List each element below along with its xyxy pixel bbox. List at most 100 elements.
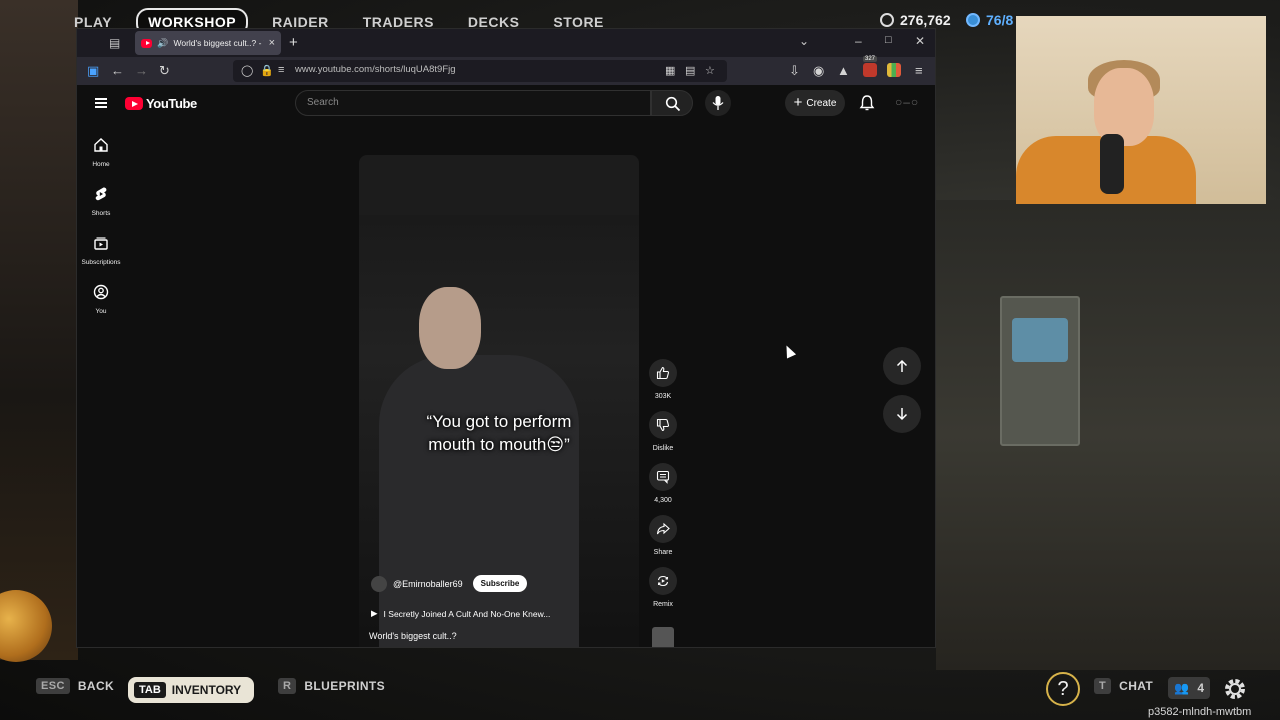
play-icon: ▶ [371,608,378,618]
chat-label: CHAT [1119,679,1154,693]
back-control[interactable]: ESC BACK [36,678,114,694]
related-video-link[interactable]: ▶ I Secretly Joined A Cult And No-One Kn… [371,608,550,619]
account-icon[interactable]: ◉ [813,63,824,79]
blueprints-control[interactable]: R BLUEPRINTS [278,678,385,694]
reader-view-icon[interactable]: ▤ [685,64,695,77]
short-title[interactable]: World's biggest cult..? [369,631,457,641]
party-button[interactable]: 👥 4 [1168,677,1211,699]
like-count: 303K [654,393,672,400]
thumbs-down-icon [656,418,670,432]
notifications-bell-icon[interactable] [859,94,875,112]
t-key: T [1094,678,1112,694]
youtube-logo[interactable]: YouTube [125,96,197,111]
tracking-shield-icon[interactable]: ◯ [241,64,253,77]
party-members-icon: 👥 [1174,681,1190,695]
comments-button[interactable]: 4,300 [647,463,679,504]
downloads-icon[interactable]: ⇩ [789,63,800,79]
youtube-favicon-icon [141,38,153,48]
ublock-extension-icon[interactable] [863,63,877,77]
remix-icon [657,575,669,587]
tab-close-icon[interactable]: × [269,37,275,49]
back-label: BACK [77,679,115,693]
create-label: Create [806,97,837,109]
sound-thumbnail[interactable] [647,627,679,647]
next-short-button[interactable] [883,395,921,433]
youtube-logo-icon [125,97,143,110]
create-button[interactable]: + Create [785,90,845,116]
share-button[interactable]: Share [647,515,679,556]
dislike-button[interactable]: Dislike [647,411,679,452]
app-menu-icon[interactable]: ≡ [915,63,923,78]
related-video-title: I Secretly Joined A Cult And No-One Knew… [383,608,551,619]
lock-icon[interactable]: 🔒 [260,64,274,77]
shorts-icon [95,187,107,201]
tab-overflow-chevron-icon[interactable]: ⌄ [799,34,809,48]
video-caption: “You got to perform mouth to mouth😒” [399,410,599,456]
voice-search-button[interactable] [705,90,731,116]
close-window-icon[interactable]: ✕ [915,34,925,48]
search-input[interactable]: Search [295,90,651,116]
bookmark-star-icon[interactable]: ☆ [705,64,715,77]
browser-window: ▤ 🔊 World's biggest cult..? - You × + ⌄ … [76,28,936,648]
youtube-page: YouTube Search + Create ○–○ Home Shorts … [77,85,935,647]
game-background-left [0,0,78,660]
reload-icon[interactable]: ↻ [159,63,170,79]
url-bar[interactable]: ◯ 🔒 ≡ www.youtube.com/shorts/luqUA8t9Fjg… [233,60,727,82]
token-amount: 76/8 [986,12,1014,28]
coin-amount: 276,762 [900,12,951,28]
arcade-machine [1000,296,1080,446]
sidebar-toggle-icon[interactable]: ▣ [87,63,99,79]
channel-avatar[interactable] [371,575,387,592]
sidebar-item-you[interactable]: You [77,284,125,315]
remix-circle [649,567,677,595]
comment-icon [656,470,670,484]
video-person-body [379,355,579,647]
maximize-icon[interactable]: □ [885,34,892,46]
video-top-region [359,155,639,215]
youtube-menu-icon[interactable] [95,98,107,108]
settings-gear-icon[interactable] [1222,676,1248,702]
arrow-up-icon [896,359,908,372]
arcade-screen [1012,318,1068,362]
browser-tab-active[interactable]: 🔊 World's biggest cult..? - You × [135,31,281,55]
shorts-video-player[interactable]: “You got to perform mouth to mouth😒” @Em… [359,155,639,647]
sidebar-item-subscriptions[interactable]: Subscriptions [77,235,125,266]
picture-in-picture-icon[interactable]: ▦ [665,64,675,77]
new-tab-icon[interactable]: + [289,34,298,51]
arrow-down-icon [896,408,908,421]
tab-bar: ▤ 🔊 World's biggest cult..? - You × + ⌄ … [77,29,935,57]
channel-name[interactable]: @Emirnoballer69 [393,579,463,589]
permissions-icon[interactable]: ≡ [278,64,284,76]
back-arrow-icon[interactable]: ← [111,63,124,78]
help-button[interactable]: ? [1046,672,1080,706]
forward-arrow-icon[interactable]: → [135,63,148,78]
dislike-label: Dislike [652,445,674,452]
sidebar-item-home[interactable]: Home [77,137,125,168]
minimize-icon[interactable]: – [855,34,862,48]
share-label: Share [653,549,673,556]
r-key: R [278,678,297,694]
thumbs-up-icon [656,366,670,380]
previous-short-button[interactable] [883,347,921,385]
subscribe-button[interactable]: Subscribe [472,575,528,592]
sidebar-item-shorts[interactable]: Shorts [77,186,125,217]
color-extension-icon[interactable] [887,63,901,77]
speaker-icon[interactable]: 🔊 [157,38,168,49]
caption-line-1: “You got to perform [426,412,572,431]
like-button[interactable]: 303K [647,359,679,400]
dislike-circle [649,411,677,439]
blueprints-label: BLUEPRINTS [304,679,386,693]
inventory-button[interactable]: TAB INVENTORY [128,677,254,703]
tab-title: World's biggest cult..? - You [173,38,263,48]
chat-control[interactable]: T CHAT [1094,678,1153,694]
party-count: 4 [1197,681,1205,695]
remix-button[interactable]: Remix [647,567,679,608]
tab-list-icon[interactable]: ▤ [109,36,123,50]
subscriptions-icon [94,237,108,250]
url-text[interactable]: www.youtube.com/shorts/luqUA8t9Fjg [295,64,456,75]
account-avatar-loading-icon[interactable]: ○–○ [895,95,919,109]
extensions-icon[interactable]: ▲ [837,63,850,78]
search-placeholder: Search [307,97,339,108]
search-button[interactable] [651,90,693,116]
comment-count: 4,300 [654,497,672,504]
